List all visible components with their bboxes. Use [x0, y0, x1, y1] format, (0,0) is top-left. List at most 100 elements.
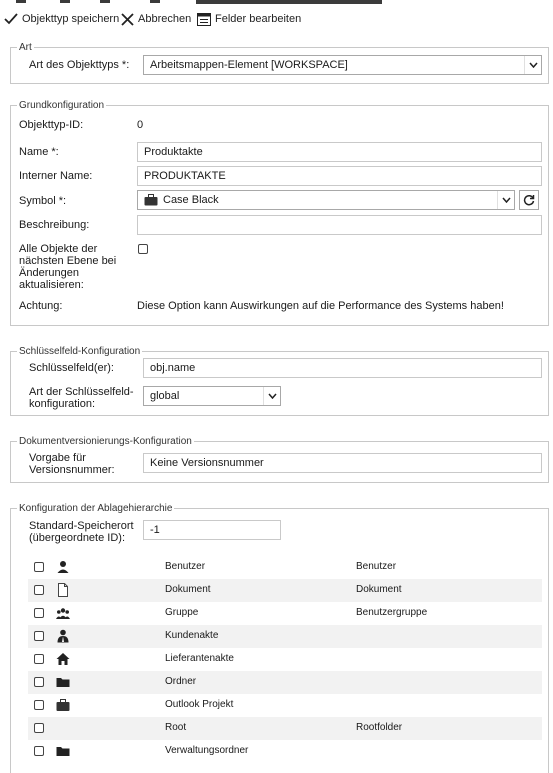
user-icon [57, 561, 69, 573]
row-alias: Benutzer [356, 561, 397, 572]
document-icon [58, 583, 68, 597]
cancel-button[interactable]: Abbrechen [121, 8, 191, 30]
symbol-label: Symbol *: [19, 195, 67, 207]
top-tab-strip [0, 0, 553, 4]
name-label: Name *: [19, 146, 59, 158]
storage-value: -1 [150, 524, 160, 536]
storage-label-1: Standard-Speicherort [29, 520, 134, 532]
row-name: Gruppe [165, 607, 199, 618]
row-alias: Benutzergruppe [356, 607, 428, 618]
group-icon [56, 608, 70, 619]
symbol-select[interactable]: Case Black [137, 190, 515, 210]
checkmark-icon [4, 13, 18, 25]
key-fields-value: obj.name [150, 362, 196, 374]
row-name: Dokument [165, 584, 211, 595]
save-label: Objekttyp speichern [22, 13, 120, 25]
object-type-id-value: 0 [137, 119, 144, 131]
table-row: Dokument Dokument [28, 579, 542, 602]
table-row: Outlook Projekt [28, 694, 542, 717]
row-name: Ordner [165, 676, 197, 687]
row-checkbox[interactable] [34, 562, 44, 572]
key-field-legend: Schlüsselfeld-Konfiguration [19, 346, 141, 357]
basic-config-legend: Grundkonfiguration [19, 100, 105, 111]
key-fields-input[interactable]: obj.name [143, 358, 542, 378]
object-type-value: Arbeitsmappen-Element [WORKSPACE] [150, 59, 348, 71]
art-legend: Art [19, 42, 32, 53]
cancel-label: Abbrechen [138, 13, 192, 25]
folder-icon [56, 747, 70, 756]
internal-name-input[interactable]: PRODUKTAKTE [137, 166, 542, 186]
name-input[interactable]: Produktakte [137, 142, 542, 162]
object-type-id-label: Objekttyp-ID: [19, 119, 84, 131]
row-name: Lieferantenakte [165, 653, 234, 664]
table-row: Ordner [28, 671, 542, 694]
row-name: Kundenakte [165, 630, 219, 641]
row-name: Root [165, 722, 187, 733]
key-type-label-2: konfiguration: [29, 398, 96, 410]
internal-name-label: Interner Name: [19, 170, 93, 182]
version-value: Keine Versionsnummer [150, 457, 264, 469]
chevron-down-icon [524, 56, 541, 74]
internal-name-value: PRODUKTAKTE [144, 170, 226, 182]
storage-label-2: (übergeordnete ID): [29, 532, 125, 544]
version-label-1: Vorgabe für [29, 452, 86, 464]
key-fields-label: Schlüsselfeld(er): [29, 362, 114, 374]
edit-fields-button[interactable]: Felder bearbeiten [197, 8, 301, 30]
briefcase-icon [144, 194, 158, 206]
briefcase-icon [56, 699, 70, 711]
object-type-select[interactable]: Arbeitsmappen-Element [WORKSPACE] [143, 55, 542, 75]
row-alias: Dokument [356, 584, 402, 595]
refresh-icon [523, 194, 535, 206]
row-checkbox[interactable] [34, 677, 44, 687]
version-label-2: Versionsnummer: [29, 464, 115, 476]
row-name: Outlook Projekt [165, 699, 234, 710]
customer-icon [57, 629, 69, 643]
update-children-label-1: Alle Objekte der [19, 243, 98, 255]
row-checkbox[interactable] [34, 723, 44, 733]
edit-fields-label: Felder bearbeiten [215, 13, 302, 25]
storage-input[interactable]: -1 [143, 520, 281, 540]
warning-text: Diese Option kann Auswirkungen auf die P… [137, 300, 504, 312]
name-value: Produktakte [144, 146, 203, 158]
description-label: Beschreibung: [19, 219, 90, 231]
update-children-label-2: nächsten Ebene bei [19, 255, 117, 267]
table-row: Verwaltungsordner [28, 740, 542, 763]
row-checkbox[interactable] [34, 585, 44, 595]
form-icon [197, 12, 211, 26]
toolbar: Objekttyp speichern Abbrechen Felder bea… [0, 8, 553, 30]
object-type-label: Art des Objekttyps *: [29, 59, 130, 71]
row-checkbox[interactable] [34, 700, 44, 710]
chevron-down-icon [497, 191, 514, 209]
row-checkbox[interactable] [34, 631, 44, 641]
symbol-value: Case Black [163, 194, 219, 206]
row-name: Benutzer [165, 561, 206, 572]
basic-config-section: Grundkonfiguration [10, 100, 549, 326]
refresh-symbol-button[interactable] [519, 190, 539, 210]
row-name: Verwaltungsordner [165, 745, 249, 756]
house-icon [56, 653, 70, 665]
save-button[interactable]: Objekttyp speichern [4, 8, 119, 30]
versioning-legend: Dokumentversionierungs-Konfiguration [19, 436, 192, 447]
update-children-label-4: aktualisieren: [19, 279, 84, 291]
warning-label: Achtung: [19, 300, 63, 312]
folder-icon [56, 678, 70, 687]
description-input[interactable] [137, 215, 542, 235]
active-tab-remnant [196, 0, 382, 4]
table-row: Kundenakte [28, 625, 542, 648]
row-alias: Rootfolder [356, 722, 403, 733]
key-type-label-1: Art der Schlüsselfeld- [29, 386, 134, 398]
table-row: Benutzer Benutzer [28, 556, 542, 579]
table-row: Root Rootfolder [28, 717, 542, 740]
close-icon [121, 12, 134, 26]
version-input[interactable]: Keine Versionsnummer [143, 453, 542, 473]
table-row: Gruppe Benutzergruppe [28, 602, 542, 625]
row-checkbox[interactable] [34, 608, 44, 618]
hierarchy-legend: Konfiguration der Ablagehierarchie [19, 503, 173, 514]
chevron-down-icon [263, 387, 280, 405]
key-type-select[interactable]: global [143, 386, 281, 406]
update-children-checkbox[interactable] [138, 244, 148, 254]
table-row: Lieferantenakte [28, 648, 542, 671]
row-checkbox[interactable] [34, 654, 44, 664]
row-checkbox[interactable] [34, 746, 44, 756]
key-type-value: global [150, 390, 180, 402]
